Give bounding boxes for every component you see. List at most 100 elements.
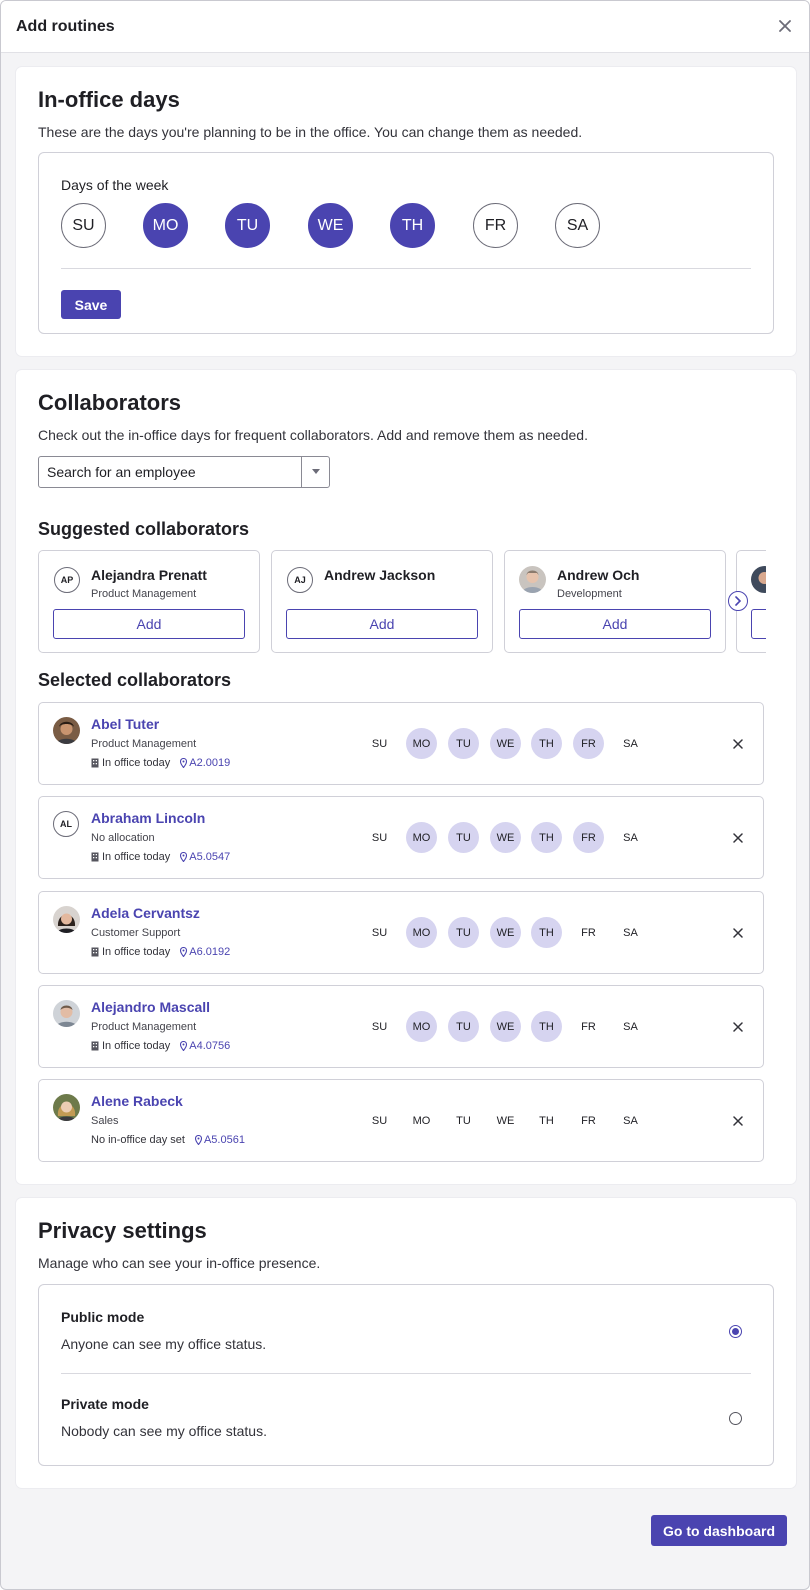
day-indicator: WE	[496, 1114, 515, 1127]
building-icon	[91, 947, 99, 957]
day-toggle-mo[interactable]: MO	[143, 203, 188, 248]
collaborator-row: AL Abraham Lincoln No allocation In offi…	[38, 796, 764, 879]
avatar-photo	[53, 717, 80, 744]
collaborator-status: In office today A5.0547	[91, 851, 230, 863]
remove-collaborator-button[interactable]	[729, 924, 747, 942]
day-indicator: TH	[531, 1011, 562, 1042]
in-office-description: These are the days you're planning to be…	[38, 124, 583, 140]
divider	[61, 1373, 751, 1374]
collaborator-name-link[interactable]: Abraham Lincoln	[91, 810, 205, 826]
privacy-options-box: Public mode Anyone can see my office sta…	[38, 1284, 774, 1466]
day-indicator: TH	[531, 917, 562, 948]
collaborator-name-link[interactable]: Abel Tuter	[91, 716, 159, 732]
remove-collaborator-button[interactable]	[729, 735, 747, 753]
day-indicator: SU	[371, 737, 388, 750]
day-toggle-th[interactable]: TH	[390, 203, 435, 248]
employee-search-input[interactable]	[39, 457, 301, 487]
avatar: AL	[53, 811, 79, 837]
day-indicator: FR	[573, 728, 604, 759]
day-toggle-su[interactable]: SU	[61, 203, 106, 248]
day-indicator: SA	[623, 1114, 638, 1127]
day-indicator: SA	[623, 831, 638, 844]
location: A5.0547	[180, 851, 230, 863]
remove-collaborator-button[interactable]	[729, 1112, 747, 1130]
public-mode-title: Public mode	[61, 1309, 145, 1325]
close-icon	[733, 1022, 743, 1032]
day-toggle-we[interactable]: WE	[308, 203, 353, 248]
private-mode-title: Private mode	[61, 1396, 149, 1412]
day-indicator: TU	[448, 822, 479, 853]
day-indicator: FR	[581, 1114, 596, 1127]
day-toggle-tu[interactable]: TU	[225, 203, 270, 248]
modal-header: Add routines	[1, 1, 809, 53]
location-code: A5.0547	[189, 851, 231, 863]
avatar-photo	[519, 566, 546, 593]
collaborator-dept: Product Management	[91, 1021, 197, 1033]
pin-icon	[180, 852, 188, 862]
collaborator-row: Abel Tuter Product Management In office …	[38, 702, 764, 785]
day-indicator: FR	[581, 926, 596, 939]
suggested-collaborators-title: Suggested collaborators	[38, 519, 250, 539]
pin-icon	[180, 947, 188, 957]
days-of-week-box: Days of the week SU MO TU WE TH FR SA Sa…	[38, 152, 774, 334]
building-icon	[91, 1041, 99, 1051]
days-of-week-label: Days of the week	[61, 177, 169, 193]
employee-search-combobox	[38, 456, 330, 488]
save-button[interactable]: Save	[61, 290, 121, 319]
location: A2.0019	[180, 757, 230, 769]
day-indicator: MO	[406, 822, 437, 853]
collaborator-dept: Product Management	[91, 738, 197, 750]
day-toggle-fr[interactable]: FR	[473, 203, 518, 248]
building-icon	[91, 758, 99, 768]
go-to-dashboard-button[interactable]: Go to dashboard	[651, 1515, 787, 1546]
add-collaborator-button-partial[interactable]	[751, 609, 766, 639]
privacy-settings-card: Privacy settings Manage who can see your…	[16, 1198, 796, 1488]
location-code: A6.0192	[189, 946, 231, 958]
day-indicator: TU	[448, 1011, 479, 1042]
day-indicator: SU	[371, 1114, 388, 1127]
day-indicator: WE	[490, 1011, 521, 1042]
pin-icon	[180, 758, 188, 768]
add-collaborator-button[interactable]: Add	[53, 609, 245, 639]
privacy-title: Privacy settings	[38, 1218, 207, 1243]
building-icon	[91, 852, 99, 862]
collaborator-name-link[interactable]: Alejandro Mascall	[91, 999, 210, 1015]
remove-collaborator-button[interactable]	[729, 1018, 747, 1036]
search-dropdown-toggle[interactable]	[301, 457, 329, 487]
day-toggle-sa[interactable]: SA	[555, 203, 600, 248]
status-text: In office today	[102, 757, 171, 769]
public-mode-radio[interactable]	[729, 1325, 742, 1338]
collaborator-dept: No allocation	[91, 832, 155, 844]
close-modal-button[interactable]	[775, 16, 795, 36]
status-text: In office today	[102, 1040, 171, 1052]
add-collaborator-button[interactable]: Add	[286, 609, 478, 639]
pin-icon	[194, 1135, 202, 1145]
location-code: A5.0561	[203, 1134, 245, 1146]
day-indicator: FR	[581, 1020, 596, 1033]
day-indicator: FR	[573, 822, 604, 853]
suggested-card: Andrew Och Development Add	[504, 550, 726, 653]
suggested-name: Alejandra Prenatt	[91, 567, 207, 583]
remove-collaborator-button[interactable]	[729, 829, 747, 847]
day-indicator: WE	[490, 728, 521, 759]
collaborator-name-link[interactable]: Adela Cervantsz	[91, 905, 200, 921]
avatar-photo	[53, 1094, 80, 1121]
selected-collaborators-title: Selected collaborators	[38, 670, 232, 690]
day-indicator: TU	[448, 728, 479, 759]
day-indicator: SA	[623, 926, 638, 939]
suggested-dept: Development	[557, 588, 622, 600]
caret-down-icon	[311, 469, 320, 474]
close-icon	[733, 739, 743, 749]
in-office-title: In-office days	[38, 87, 180, 112]
private-mode-radio[interactable]	[729, 1412, 742, 1425]
close-icon	[733, 928, 743, 938]
day-indicator: TH	[531, 822, 562, 853]
day-indicator: SA	[623, 737, 638, 750]
day-indicator: TU	[456, 1114, 471, 1127]
carousel-next-button[interactable]	[728, 591, 748, 611]
collaborator-row: Alejandro Mascall Product Management In …	[38, 985, 764, 1068]
collaborator-name-link[interactable]: Alene Rabeck	[91, 1093, 183, 1109]
add-collaborator-button[interactable]: Add	[519, 609, 711, 639]
collaborator-dept: Sales	[91, 1115, 119, 1127]
collaborators-title: Collaborators	[38, 390, 182, 415]
